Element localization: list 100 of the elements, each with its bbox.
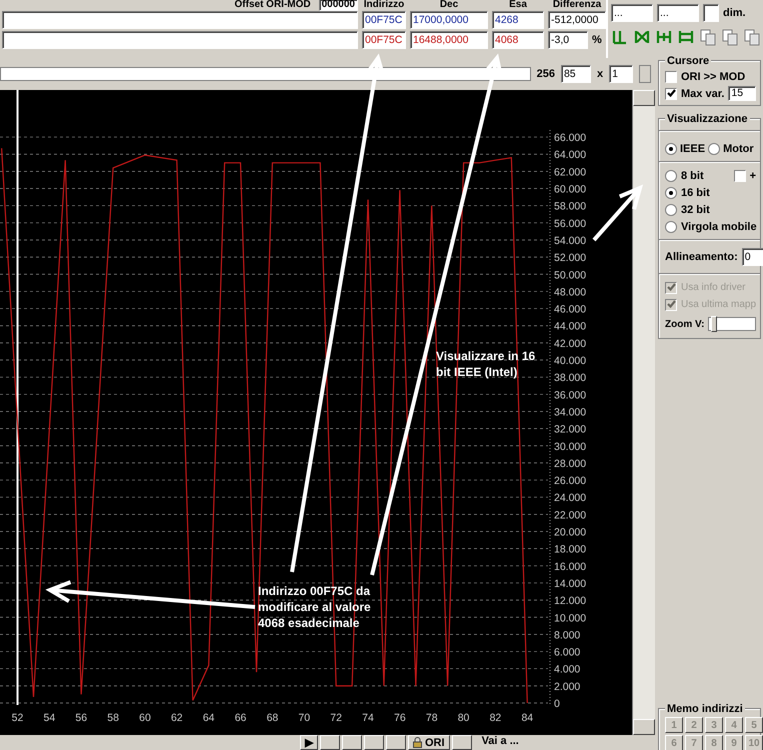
- checkbox-label: Usa info driver: [681, 282, 746, 293]
- lock-icon: [413, 737, 422, 748]
- toolbar-button[interactable]: [320, 735, 340, 750]
- offset-label: Offset ORI-MOD: [234, 0, 311, 10]
- y-axis-label: 10.000: [554, 612, 586, 624]
- radio-label: 16 bit: [681, 186, 710, 198]
- decimal-field[interactable]: 17000,0000: [410, 11, 488, 29]
- y-axis-label: 54.000: [554, 234, 586, 247]
- x-axis-label: 82: [490, 712, 502, 724]
- column-header: Dec: [438, 0, 460, 10]
- radio-button[interactable]: [665, 204, 677, 216]
- group-title: Memo indirizzi: [665, 703, 745, 715]
- radio-label: 8 bit: [681, 170, 704, 182]
- copy-icon[interactable]: [699, 28, 717, 46]
- y-axis-label: 6.000: [554, 646, 580, 659]
- address-field[interactable]: 00F75C: [362, 11, 406, 29]
- x-axis-label: 74: [362, 712, 374, 724]
- y-axis-label: 36.000: [554, 389, 586, 402]
- checkbox[interactable]: [665, 70, 677, 82]
- column-header: Differenza: [552, 0, 602, 10]
- percent-label: %: [592, 34, 602, 46]
- y-axis-label: 50.000: [554, 269, 586, 282]
- annotation-arrow: [592, 184, 644, 242]
- toolbar-button[interactable]: [364, 735, 384, 750]
- alignment-field[interactable]: 0: [742, 248, 763, 266]
- y-axis-label: 52.000: [554, 252, 586, 264]
- y-axis-label: 18.000: [554, 544, 586, 556]
- description-field[interactable]: [2, 31, 358, 49]
- slider-thumb[interactable]: [711, 316, 717, 332]
- x-axis-label: 80: [458, 712, 470, 724]
- y-axis-label: 8.000: [554, 629, 580, 642]
- toolbar-button[interactable]: [386, 735, 406, 750]
- y-axis-label: 20.000: [554, 526, 586, 538]
- y-axis-label: 44.000: [554, 320, 586, 333]
- y-axis-label: 12.000: [554, 595, 586, 608]
- chart-tool-icon[interactable]: [611, 28, 629, 46]
- hex-field[interactable]: 4068: [492, 31, 544, 49]
- y-axis-label: 14.000: [554, 578, 586, 590]
- y-axis-label: 30.000: [554, 440, 586, 453]
- offset-field[interactable]: 000000: [318, 0, 358, 11]
- max-var-field[interactable]: 15: [728, 86, 756, 101]
- scroll-track[interactable]: [0, 67, 531, 81]
- y-axis-label: 16.000: [554, 560, 586, 573]
- x-axis-label: 56: [75, 712, 88, 724]
- chart-tool-icon[interactable]: [633, 28, 651, 46]
- text-field[interactable]: ...: [657, 4, 699, 22]
- y-axis-label: 42.000: [554, 338, 586, 350]
- count-label: 256: [536, 68, 555, 80]
- radio-label: 32 bit: [681, 204, 710, 216]
- checkbox-label: Usa ultima mapp: [681, 299, 756, 310]
- text-field[interactable]: ...: [611, 4, 653, 22]
- copy-icon[interactable]: [721, 28, 739, 46]
- text-field[interactable]: [703, 4, 719, 22]
- group-title: Cursore: [665, 55, 712, 67]
- difference-field[interactable]: -512,0000: [548, 11, 606, 29]
- x-axis-label: 64: [202, 712, 215, 724]
- y-axis-label: 4.000: [554, 664, 580, 676]
- scroll-right-button[interactable]: ▶: [300, 735, 318, 750]
- radio-button[interactable]: [665, 170, 677, 182]
- zoom-slider[interactable]: [708, 317, 756, 331]
- y-axis-label: 48.000: [554, 286, 586, 298]
- checkbox-label: ORI >> MOD: [681, 70, 746, 82]
- copy-icon[interactable]: [743, 28, 761, 46]
- radio-button[interactable]: [665, 186, 677, 198]
- spinner[interactable]: [639, 65, 651, 83]
- description-field[interactable]: [2, 11, 358, 29]
- radio-button[interactable]: [708, 142, 720, 154]
- radio-label: Virgola mobile: [681, 220, 757, 232]
- y-axis-label: 32.000: [554, 424, 586, 436]
- x-axis-label: 72: [330, 712, 342, 724]
- radio-button[interactable]: [665, 142, 677, 154]
- alignment-label: Allineamento:: [665, 251, 738, 263]
- y-axis-label: 62.000: [554, 166, 586, 178]
- toolbar-button[interactable]: [452, 735, 472, 750]
- y-axis-label: 58.000: [554, 200, 586, 213]
- x-axis-label: 78: [426, 712, 438, 724]
- column-header: Esa: [508, 0, 528, 10]
- y-axis-label: 34.000: [554, 406, 586, 418]
- factor-field[interactable]: 1: [609, 65, 634, 83]
- x-axis-label: 58: [107, 712, 119, 724]
- times-label: x: [596, 68, 604, 80]
- difference-field[interactable]: -3,0: [548, 31, 588, 49]
- hex-field[interactable]: 4268: [492, 11, 544, 29]
- toolbar-button[interactable]: [342, 735, 362, 750]
- decimal-field[interactable]: 16488,0000: [410, 31, 488, 49]
- checkbox[interactable]: [734, 170, 746, 182]
- address-field[interactable]: 00F75C: [362, 31, 406, 49]
- radio-button[interactable]: [665, 220, 677, 232]
- x-axis-label: 60: [139, 712, 151, 724]
- radio-label: IEEE: [680, 142, 706, 154]
- ori-button[interactable]: ORI: [408, 735, 450, 750]
- chart-tool-icon[interactable]: [655, 28, 673, 46]
- x-axis-label: 84: [521, 712, 534, 724]
- chart-tool-icon[interactable]: [677, 28, 695, 46]
- y-axis-label: 46.000: [554, 304, 586, 316]
- value-field[interactable]: 85: [560, 65, 591, 83]
- checkbox[interactable]: [665, 88, 677, 100]
- scrollbar[interactable]: [632, 90, 655, 735]
- checkbox-label: Max var.: [681, 88, 724, 100]
- y-axis-label: 28.000: [554, 458, 586, 470]
